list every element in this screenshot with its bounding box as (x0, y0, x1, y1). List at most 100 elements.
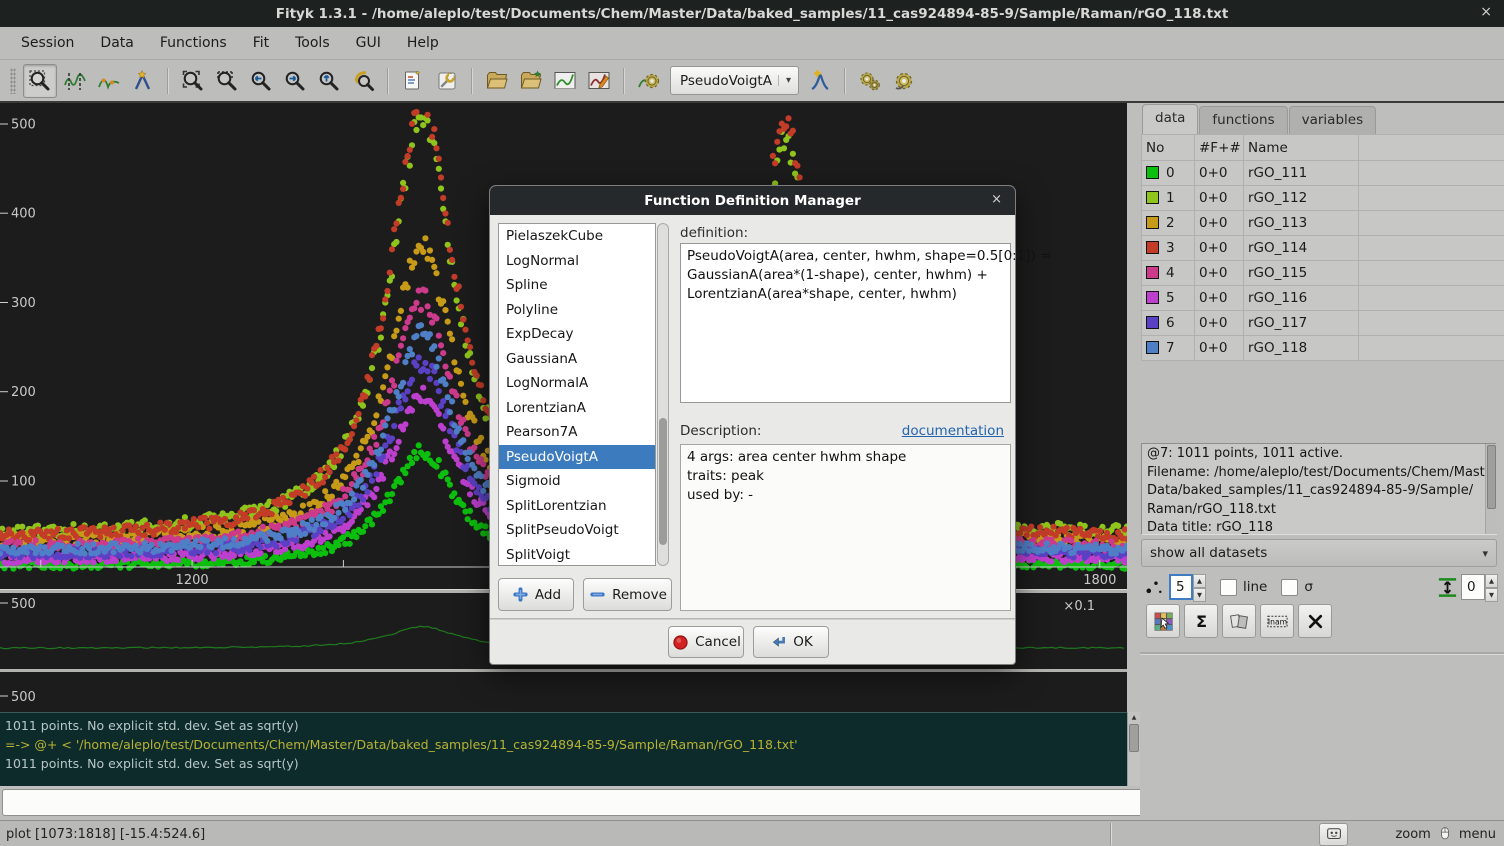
dataset-row-rGO_112[interactable]: 10+0rGO_112 (1142, 186, 1504, 211)
stepper-up-icon[interactable]: ▲ (1485, 574, 1498, 588)
zoom-next-button[interactable] (279, 65, 311, 97)
point-size-value[interactable]: 5 (1169, 574, 1193, 600)
edit-data-button[interactable] (583, 65, 615, 97)
dataset-row-rGO_117[interactable]: 60+0rGO_117 (1142, 311, 1504, 336)
column-header-blank[interactable] (1359, 135, 1504, 161)
delete-dataset-button[interactable] (1298, 604, 1332, 638)
documentation-link[interactable]: documentation (902, 423, 1004, 439)
function-list-item-PielaszekCube[interactable]: PielaszekCube (499, 224, 655, 249)
function-list-item-GaussianA[interactable]: GaussianA (499, 347, 655, 372)
save-plot-button[interactable] (549, 65, 581, 97)
auto-add-peak-button[interactable] (804, 65, 836, 97)
scroll-up-icon[interactable]: ▲ (1128, 712, 1140, 723)
mouse-config-button[interactable] (1319, 823, 1348, 846)
function-type-select[interactable]: PseudoVoigtA▾ (670, 66, 799, 95)
menu-gui[interactable]: GUI (343, 27, 394, 59)
function-list-item-LorentzianA[interactable]: LorentzianA (499, 396, 655, 421)
dataset-display-mode-select[interactable]: show all datasets ▾ (1141, 539, 1497, 567)
function-list-item-LogNormalA[interactable]: LogNormalA (499, 371, 655, 396)
dataset-color-swatch[interactable] (1146, 316, 1159, 329)
line-checkbox[interactable] (1220, 579, 1237, 596)
column-header-f[interactable]: #F+# (1195, 135, 1244, 161)
function-list-item-ExpDecay[interactable]: ExpDecay (499, 322, 655, 347)
function-list-item-Polyline[interactable]: Polyline (499, 298, 655, 323)
scrollbar-thumb[interactable] (1129, 724, 1139, 752)
dataset-color-swatch[interactable] (1146, 241, 1159, 254)
settings-button[interactable] (431, 65, 463, 97)
dataset-row-rGO_118[interactable]: 70+0rGO_118 (1142, 336, 1504, 361)
function-list-item-Sigmoid[interactable]: Sigmoid (499, 469, 655, 494)
menu-fit[interactable]: Fit (240, 27, 282, 59)
function-list-item-SplitVoigt[interactable]: SplitVoigt (499, 543, 655, 567)
ok-button[interactable]: OK (753, 626, 829, 658)
dataset-colors-button[interactable] (1146, 604, 1180, 638)
definition-textarea[interactable]: PseudoVoigtA(area, center, hwhm, shape=0… (680, 243, 1011, 403)
sidebar-splitter[interactable] (1127, 103, 1140, 712)
tab-functions[interactable]: functions (1199, 106, 1287, 134)
dataset-row-rGO_114[interactable]: 30+0rGO_114 (1142, 236, 1504, 261)
define-functions-button[interactable] (854, 65, 886, 97)
data-shift-value[interactable]: 0 (1461, 574, 1485, 600)
zoom-mode-button[interactable] (23, 64, 57, 98)
function-list-scrollbar[interactable] (657, 223, 669, 566)
function-list[interactable]: PielaszekCubeLogNormalSplinePolylineExpD… (498, 223, 656, 566)
add-button[interactable]: Add (498, 578, 574, 611)
zoom-up-button[interactable] (313, 65, 345, 97)
menu-data[interactable]: Data (87, 27, 146, 59)
open-data-merge-button[interactable] (515, 65, 547, 97)
tab-data[interactable]: data (1142, 104, 1198, 134)
function-list-item-LogNormal[interactable]: LogNormal (499, 249, 655, 274)
dataset-row-rGO_111[interactable]: 00+0rGO_111 (1142, 161, 1504, 186)
dataset-row-rGO_115[interactable]: 40+0rGO_115 (1142, 261, 1504, 286)
function-list-item-Spline[interactable]: Spline (499, 273, 655, 298)
dialog-close-button[interactable]: × (991, 192, 1002, 207)
add-peak-mode-button[interactable] (127, 65, 159, 97)
menu-functions[interactable]: Functions (147, 27, 240, 59)
console-scrollbar[interactable]: ▲ (1127, 712, 1140, 786)
description-line: traits: peak (687, 467, 1004, 486)
stepper-down-icon[interactable]: ▼ (1193, 588, 1206, 602)
zoom-vertically-button[interactable] (211, 65, 243, 97)
stepper-down-icon[interactable]: ▼ (1485, 588, 1498, 602)
point-size-stepper[interactable]: 5 ▲▼ (1169, 574, 1206, 600)
command-input[interactable] (2, 789, 1154, 816)
dataset-color-swatch[interactable] (1146, 341, 1159, 354)
zoom-previous-button[interactable] (245, 65, 277, 97)
stepper-up-icon[interactable]: ▲ (1193, 574, 1206, 588)
dataset-color-swatch[interactable] (1146, 266, 1159, 279)
function-list-item-PseudoVoigtA[interactable]: PseudoVoigtA (499, 445, 655, 470)
zoom-back-button[interactable] (347, 65, 379, 97)
rename-dataset-button[interactable]: Inam (1260, 604, 1294, 638)
function-list-item-SplitPseudoVoigt[interactable]: SplitPseudoVoigt (499, 518, 655, 543)
copy-dataset-button[interactable] (1222, 604, 1256, 638)
tab-variables[interactable]: variables (1289, 106, 1377, 134)
menu-tools[interactable]: Tools (282, 27, 343, 59)
info-scrollbar[interactable] (1485, 444, 1497, 534)
execute-functions-button[interactable] (888, 65, 920, 97)
cancel-button[interactable]: Cancel (668, 626, 744, 658)
remove-button[interactable]: Remove (583, 578, 672, 611)
baseline-mode-button[interactable] (93, 65, 125, 97)
aux-plot-2[interactable]: 500 (0, 672, 1127, 712)
zoom-all-button[interactable] (177, 65, 209, 97)
dataset-color-swatch[interactable] (1146, 291, 1159, 304)
dataset-row-rGO_113[interactable]: 20+0rGO_113 (1142, 211, 1504, 236)
column-header-no[interactable]: No (1142, 135, 1195, 161)
menu-help[interactable]: Help (394, 27, 452, 59)
dataset-color-swatch[interactable] (1146, 191, 1159, 204)
dataset-row-rGO_116[interactable]: 50+0rGO_116 (1142, 286, 1504, 311)
sum-datasets-button[interactable]: Σ (1184, 604, 1218, 638)
sigma-checkbox[interactable] (1281, 579, 1298, 596)
open-data-button[interactable] (481, 65, 513, 97)
column-header-name[interactable]: Name (1244, 135, 1359, 161)
function-list-item-SplitLorentzian[interactable]: SplitLorentzian (499, 494, 655, 519)
dataset-color-swatch[interactable] (1146, 216, 1159, 229)
menu-session[interactable]: Session (8, 27, 87, 59)
data-range-mode-button[interactable] (59, 65, 91, 97)
data-shift-stepper[interactable]: 0 ▲▼ (1461, 574, 1498, 600)
session-log-button[interactable] (397, 65, 429, 97)
dataset-color-swatch[interactable] (1146, 166, 1159, 179)
function-list-item-Pearson7A[interactable]: Pearson7A (499, 420, 655, 445)
window-close-button[interactable]: × (1480, 4, 1492, 20)
strip-background-button[interactable] (633, 65, 665, 97)
